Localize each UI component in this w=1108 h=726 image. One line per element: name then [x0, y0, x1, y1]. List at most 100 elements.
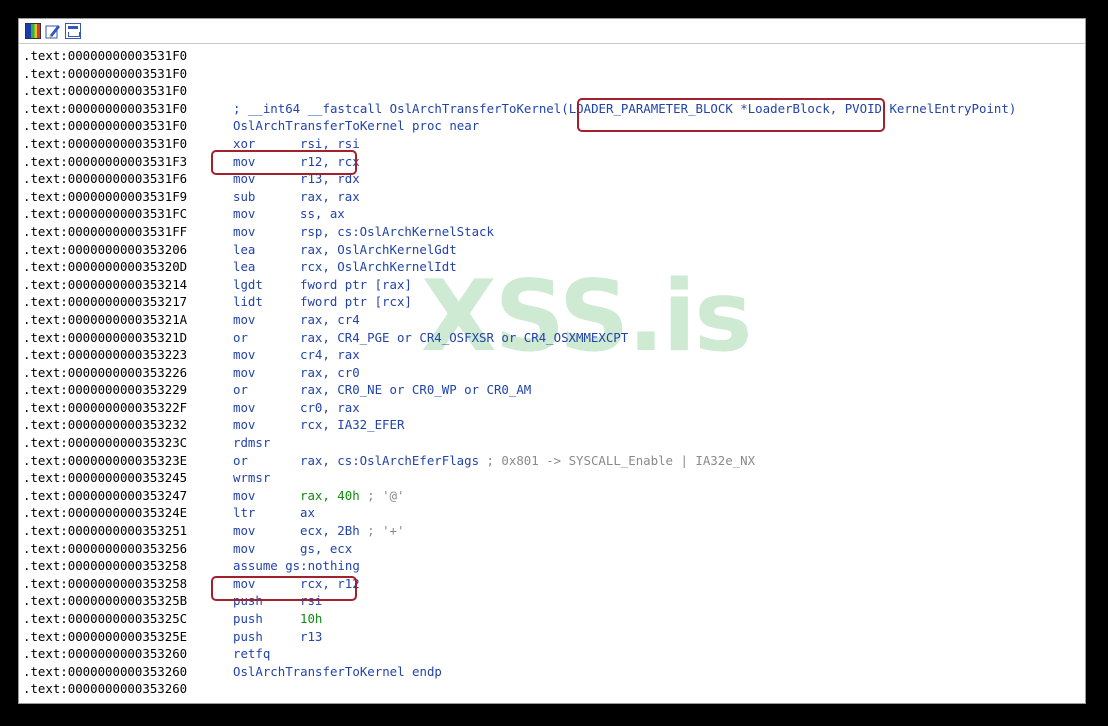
address: .text:000000000035321A: [23, 311, 188, 327]
listing-line[interactable]: .text:00000000003531F0: [23, 82, 1085, 100]
operand-text: rsi, rsi: [300, 135, 360, 151]
mnemonic: or: [233, 329, 248, 345]
comment: ; 0x801 -> SYSCALL_Enable | IA32e_NX: [479, 452, 756, 468]
listing-line[interactable]: .text:0000000000353226 mov rax, cr0: [23, 364, 1085, 382]
listing-line[interactable]: .text:00000000003531F0 OslArchTransferToK…: [23, 117, 1085, 135]
edit-icon[interactable]: [45, 23, 61, 39]
operand: r13: [300, 628, 322, 646]
operand: ss, ax: [300, 205, 345, 223]
address: .text:0000000000353214: [23, 276, 188, 292]
operand-text: 10h: [300, 611, 323, 626]
listing-line[interactable]: .text:0000000000353256 mov gs, ecx: [23, 540, 1085, 558]
listing-line[interactable]: .text:000000000035323C rdmsr: [23, 434, 1085, 452]
function-header: ; __int64 __fastcall OslArchTransferToKe…: [233, 100, 1017, 116]
listing-line[interactable]: .text:00000000003531F9 sub rax, rax: [23, 188, 1085, 206]
address: .text:00000000003531F0: [23, 48, 188, 63]
address: .text:00000000003531F3: [23, 153, 188, 169]
mnemonic: mov: [233, 311, 256, 327]
listing-line[interactable]: .text:000000000035325E push r13: [23, 628, 1085, 646]
operand: rax, OslArchKernelGdt: [300, 241, 457, 259]
operand: rax, CR4_PGE or CR4_OSFXSR or CR4_OSXMME…: [300, 329, 628, 347]
listing-line[interactable]: .text:0000000000353251 mov ecx, 2Bh ; '+': [23, 522, 1085, 540]
listing-line[interactable]: .text:0000000000353260 retfq: [23, 645, 1085, 663]
mnemonic: sub: [233, 188, 256, 204]
mnemonic: mov: [233, 171, 256, 187]
operand: fword ptr [rax]: [300, 276, 412, 294]
operand-text: rcx, OslArchKernelIdt: [300, 259, 457, 275]
listing-line[interactable]: .text:00000000003531FC mov ss, ax: [23, 205, 1085, 223]
address: .text:0000000000353247: [23, 487, 188, 503]
address: .text:000000000035320D: [23, 259, 188, 275]
listing-line[interactable]: .text:0000000000353258 assume gs:nothing: [23, 557, 1085, 575]
listing-line[interactable]: .text:0000000000353260 OslArchTransferToK…: [23, 663, 1085, 681]
function-header: assume gs:nothing: [233, 558, 360, 574]
listing-line[interactable]: .text:000000000035325B push rsi: [23, 592, 1085, 610]
address: .text:0000000000353226: [23, 364, 188, 380]
listing-line[interactable]: .text:0000000000353217 lidt fword ptr [rcx…: [23, 293, 1085, 311]
mnemonic: rdmsr: [233, 435, 271, 451]
operand: rax, 40h ; '@': [300, 487, 404, 505]
listing-line[interactable]: .text:0000000000353214 lgdt fword ptr [rax…: [23, 276, 1085, 294]
listing-line[interactable]: .text:000000000035324E ltr ax: [23, 504, 1085, 522]
listing-line[interactable]: .text:00000000003531F0: [23, 47, 1085, 65]
listing-line[interactable]: .text:0000000000353223 mov cr4, rax: [23, 346, 1085, 364]
listing-line[interactable]: .text:000000000035323E or rax, cs:OslArchE…: [23, 452, 1085, 470]
listing-line[interactable]: .text:00000000003531FF mov rsp, cs:OslArch…: [23, 223, 1085, 241]
mnemonic: or: [233, 382, 248, 398]
address: .text:000000000035322F: [23, 399, 188, 415]
listing-line[interactable]: .text:000000000035321D or rax, CR4_PGE or …: [23, 329, 1085, 347]
listing-line[interactable]: .text:000000000035321A mov rax, cr4: [23, 311, 1085, 329]
operand-text: rax, cs:OslArchEferFlags: [300, 452, 480, 468]
address: .text:00000000003531F0: [23, 118, 188, 134]
address: .text:0000000000353206: [23, 241, 188, 257]
mnemonic: xor: [233, 135, 256, 151]
address: .text:0000000000353232: [23, 417, 188, 433]
mnemonic: mov: [233, 399, 256, 415]
address: .text:000000000035325B: [23, 593, 188, 609]
operand-text: rax, CR4_PGE or CR4_OSFXSR or CR4_OSXMME…: [300, 329, 629, 345]
listing-line[interactable]: .text:000000000035320D lea rcx, OslArchKer…: [23, 258, 1085, 276]
listing-line[interactable]: .text:0000000000353260: [23, 680, 1085, 698]
operand-text: rsp, cs:OslArchKernelStack: [300, 223, 494, 239]
disassembly-listing[interactable]: .text:00000000003531F0 .text:000000000035…: [23, 47, 1085, 698]
listing-line[interactable]: .text:000000000035322F mov cr0, rax: [23, 399, 1085, 417]
listing-line[interactable]: .text:0000000000353245 wrmsr: [23, 469, 1085, 487]
operand: cr4, rax: [300, 346, 360, 364]
listing-line[interactable]: .text:000000000035325C push 10h: [23, 610, 1085, 628]
operand-text: r13: [300, 628, 323, 644]
address: .text:00000000003531F0: [23, 100, 188, 116]
operand-text: fword ptr [rcx]: [300, 294, 412, 310]
layout-icon[interactable]: [65, 23, 81, 39]
listing-line[interactable]: .text:00000000003531F0 xor rsi, rsi: [23, 135, 1085, 153]
address: .text:0000000000353258: [23, 575, 188, 591]
mnemonic: mov: [233, 575, 256, 591]
graph-overview-icon[interactable]: [25, 23, 41, 39]
listing-line[interactable]: .text:0000000000353232 mov rcx, IA32_EFER: [23, 416, 1085, 434]
mnemonic: mov: [233, 223, 256, 239]
listing-line[interactable]: .text:00000000003531F3 mov r12, rcx: [23, 153, 1085, 171]
address: .text:0000000000353258: [23, 558, 188, 574]
operand-text: rsi: [300, 593, 323, 609]
operand-text: ax: [300, 505, 315, 521]
mnemonic: retfq: [233, 646, 271, 662]
operand: rsi, rsi: [300, 135, 360, 153]
mnemonic: mov: [233, 487, 256, 503]
mnemonic: lea: [233, 241, 256, 257]
listing-line[interactable]: .text:00000000003531F6 mov r13, rdx: [23, 170, 1085, 188]
operand-text: rax, 40h: [300, 487, 360, 503]
address: .text:0000000000353217: [23, 294, 188, 310]
operand: ecx, 2Bh ; '+': [300, 522, 404, 540]
operand: 10h: [300, 610, 322, 628]
listing-line[interactable]: .text:0000000000353206 lea rax, OslArchKer…: [23, 241, 1085, 259]
address: .text:000000000035324E: [23, 505, 188, 521]
address: .text:00000000003531FF: [23, 223, 188, 239]
operand: rsp, cs:OslArchKernelStack: [300, 223, 494, 241]
listing-line[interactable]: .text:00000000003531F0 ; __int64 __fastca…: [23, 100, 1085, 118]
operand-text: rax, OslArchKernelGdt: [300, 241, 457, 257]
operand-text: cr0, rax: [300, 399, 360, 415]
listing-line[interactable]: .text:0000000000353247 mov rax, 40h ; '@': [23, 487, 1085, 505]
listing-line[interactable]: .text:00000000003531F0: [23, 65, 1085, 83]
listing-line[interactable]: .text:0000000000353229 or rax, CR0_NE or C…: [23, 381, 1085, 399]
listing-line[interactable]: .text:0000000000353258 mov rcx, r12: [23, 575, 1085, 593]
operand-text: r13, rdx: [300, 171, 360, 187]
